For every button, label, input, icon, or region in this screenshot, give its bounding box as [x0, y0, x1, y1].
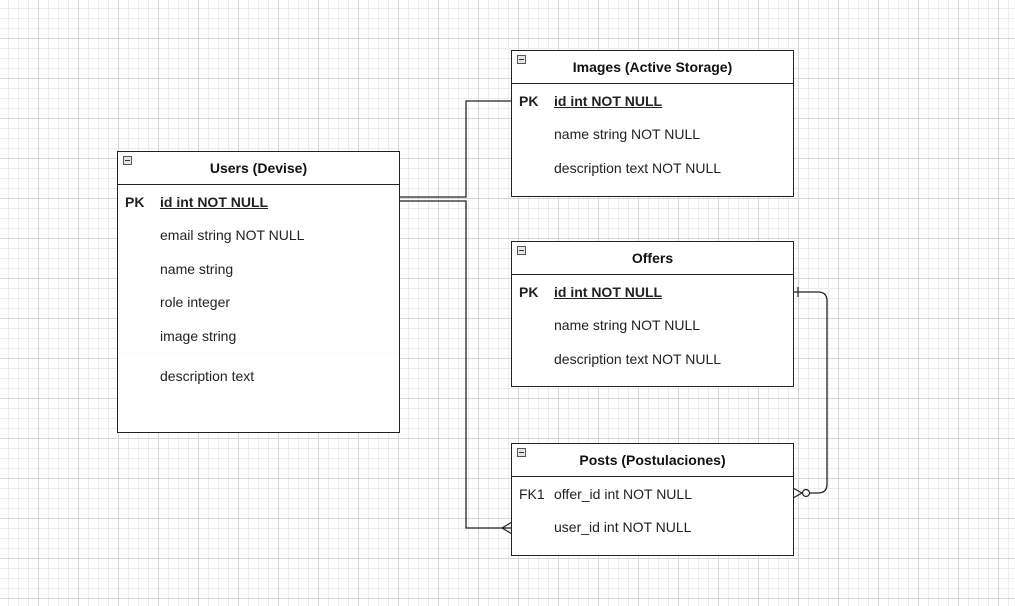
field-label: name string NOT NULL: [554, 317, 701, 334]
field-label: name string NOT NULL: [554, 126, 701, 143]
entity-posts[interactable]: Posts (Postulaciones) FK1 offer_id int N…: [511, 443, 794, 556]
entity-title: Posts (Postulaciones): [579, 452, 726, 468]
field-label: role integer: [160, 294, 231, 311]
field-label: offer_id int NOT NULL: [554, 485, 692, 502]
entity-row[interactable]: FK1 offer_id int NOT NULL: [512, 477, 793, 511]
field-label: description text NOT NULL: [554, 350, 722, 367]
relation-offers-posts[interactable]: [793, 291, 828, 494]
entity-row[interactable]: description text: [118, 352, 399, 398]
collapse-icon[interactable]: [123, 156, 132, 165]
relation-users-posts[interactable]: [399, 200, 512, 529]
entity-row[interactable]: name string NOT NULL: [512, 118, 793, 152]
entity-title: Offers: [631, 250, 674, 266]
field-label: name string: [160, 260, 234, 277]
entity-header[interactable]: Images (Active Storage): [512, 51, 793, 84]
entity-title: Images (Active Storage): [572, 59, 733, 75]
key-label: PK: [519, 283, 539, 300]
entity-row[interactable]: user_id int NOT NULL: [512, 511, 793, 545]
entity-row[interactable]: name string NOT NULL: [512, 309, 793, 343]
entity-header[interactable]: Offers: [512, 242, 793, 275]
collapse-icon[interactable]: [517, 246, 526, 255]
collapse-icon[interactable]: [517, 448, 526, 457]
entity-row[interactable]: PK id int NOT NULL: [512, 84, 793, 118]
field-label: id int NOT NULL: [554, 92, 663, 109]
field-label: email string NOT NULL: [160, 227, 305, 244]
entity-offers[interactable]: Offers PK id int NOT NULL name string NO…: [511, 241, 794, 387]
field-label: user_id int NOT NULL: [554, 519, 692, 536]
key-label: PK: [519, 92, 539, 109]
field-label: description text: [160, 367, 255, 384]
entity-header[interactable]: Posts (Postulaciones): [512, 444, 793, 477]
entity-row[interactable]: name string: [118, 252, 399, 286]
entity-row[interactable]: image string: [118, 319, 399, 353]
entity-row[interactable]: PK id int NOT NULL: [512, 275, 793, 309]
key-label: PK: [125, 193, 145, 210]
zero-or-many-icon: [792, 487, 811, 499]
collapse-icon[interactable]: [517, 55, 526, 64]
entity-row[interactable]: email string NOT NULL: [118, 219, 399, 253]
entity-row[interactable]: PK id int NOT NULL: [118, 185, 399, 219]
diagram-canvas: Users (Devise) PK id int NOT NULL email …: [0, 0, 1015, 606]
entity-row[interactable]: description text NOT NULL: [512, 342, 793, 376]
field-label: id int NOT NULL: [160, 193, 269, 210]
entity-images[interactable]: Images (Active Storage) PK id int NOT NU…: [511, 50, 794, 197]
field-label: image string: [160, 327, 237, 344]
entity-row[interactable]: description text NOT NULL: [512, 151, 793, 185]
entity-row[interactable]: role integer: [118, 286, 399, 320]
key-label: FK1: [519, 485, 545, 502]
entity-title: Users (Devise): [209, 160, 308, 176]
relation-users-images[interactable]: [399, 100, 512, 198]
field-label: id int NOT NULL: [554, 283, 663, 300]
entity-users[interactable]: Users (Devise) PK id int NOT NULL email …: [117, 151, 400, 433]
entity-header[interactable]: Users (Devise): [118, 152, 399, 185]
field-label: description text NOT NULL: [554, 159, 722, 176]
